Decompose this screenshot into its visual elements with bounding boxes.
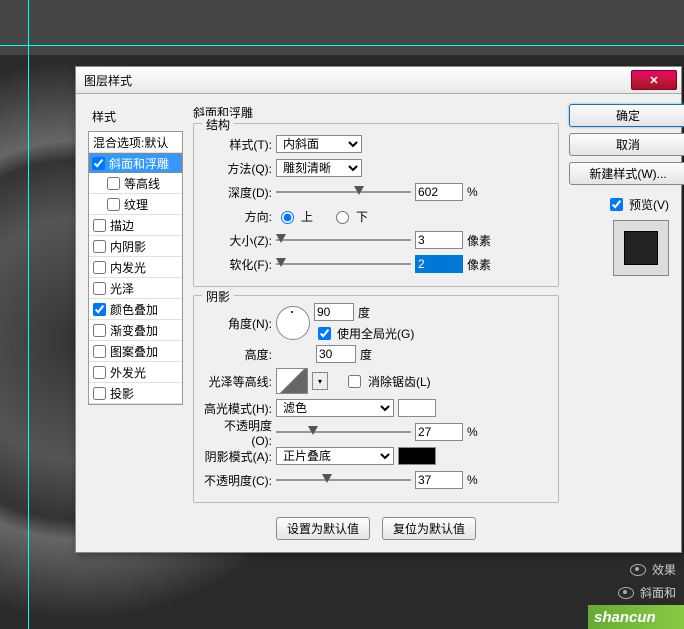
style-check-satin[interactable] <box>93 282 106 295</box>
eye-icon[interactable] <box>630 564 646 576</box>
structure-legend: 结构 <box>202 116 234 133</box>
direction-down-radio[interactable] <box>336 211 349 224</box>
structure-group: 结构 样式(T): 内斜面 方法(Q): 雕刻清晰 深度(D): % 方向: <box>193 123 559 287</box>
layer-style-dialog: 图层样式 ✕ 样式 混合选项:默认 斜面和浮雕 等高线 纹理 描边 内阴影 内发… <box>75 66 682 553</box>
make-default-button[interactable]: 设置为默认值 <box>276 517 370 540</box>
style-item-stroke[interactable]: 描边 <box>89 215 182 236</box>
shadow-mode-select[interactable]: 正片叠底 <box>276 447 394 465</box>
style-check-gradientoverlay[interactable] <box>93 324 106 337</box>
preview-check[interactable] <box>610 198 623 211</box>
dialog-title: 图层样式 <box>84 72 132 89</box>
style-check-dropshadow[interactable] <box>93 387 106 400</box>
antialias-check[interactable] <box>348 375 361 388</box>
style-item-innershadow[interactable]: 内阴影 <box>89 236 182 257</box>
style-check-innerglow[interactable] <box>93 261 106 274</box>
highlight-opacity-slider[interactable] <box>276 424 411 440</box>
shading-group: 阴影 角度(N): 度 使用全局光(G) <box>193 295 559 503</box>
style-list: 混合选项:默认 斜面和浮雕 等高线 纹理 描边 内阴影 内发光 光泽 颜色叠加 … <box>88 131 183 405</box>
style-item-coloroverlay[interactable]: 颜色叠加 <box>89 299 182 320</box>
size-slider[interactable] <box>276 232 411 248</box>
direction-up-radio[interactable] <box>281 211 294 224</box>
style-item-satin[interactable]: 光泽 <box>89 278 182 299</box>
technique-select[interactable]: 雕刻清晰 <box>276 159 362 177</box>
altitude-label: 高度: <box>204 346 272 363</box>
style-item-bevel[interactable]: 斜面和浮雕 <box>89 153 182 173</box>
style-item-dropshadow[interactable]: 投影 <box>89 383 182 404</box>
style-check-coloroverlay[interactable] <box>93 303 106 316</box>
highlight-color-swatch[interactable] <box>398 399 436 417</box>
size-unit: 像素 <box>467 232 493 249</box>
shadow-mode-label: 阴影模式(A): <box>204 448 272 465</box>
highlight-opacity-input[interactable] <box>415 423 463 441</box>
new-style-button[interactable]: 新建样式(W)... <box>569 162 684 185</box>
depth-label: 深度(D): <box>204 184 272 201</box>
size-label: 大小(Z): <box>204 232 272 249</box>
preview-thumbnail <box>624 231 658 265</box>
style-check-texture[interactable] <box>107 198 120 211</box>
shadow-color-swatch[interactable] <box>398 447 436 465</box>
watermark: shancun <box>588 605 684 629</box>
depth-slider[interactable] <box>276 184 411 200</box>
shadow-opacity-slider[interactable] <box>276 472 411 488</box>
style-item-texture[interactable]: 纹理 <box>89 194 182 215</box>
style-check-innershadow[interactable] <box>93 240 106 253</box>
style-item-gradientoverlay[interactable]: 渐变叠加 <box>89 320 182 341</box>
shading-legend: 阴影 <box>202 288 234 305</box>
depth-input[interactable] <box>415 183 463 201</box>
highlight-mode-select[interactable]: 滤色 <box>276 399 394 417</box>
angle-label: 角度(N): <box>204 315 272 332</box>
panel-title: 斜面和浮雕 <box>193 104 559 121</box>
depth-unit: % <box>467 185 493 199</box>
highlight-opacity-label: 不透明度(O): <box>204 417 272 448</box>
gloss-contour-dropdown[interactable]: ▾ <box>312 372 328 390</box>
guide-vertical <box>28 0 29 629</box>
eye-icon[interactable] <box>618 587 634 599</box>
soften-label: 软化(F): <box>204 256 272 273</box>
gloss-contour-swatch[interactable] <box>276 368 308 394</box>
style-item-innerglow[interactable]: 内发光 <box>89 257 182 278</box>
reset-default-button[interactable]: 复位为默认值 <box>382 517 476 540</box>
size-input[interactable] <box>415 231 463 249</box>
guide-horizontal <box>0 45 684 46</box>
technique-label: 方法(Q): <box>204 160 272 177</box>
style-label: 样式(T): <box>204 136 272 153</box>
angle-input[interactable] <box>314 303 354 321</box>
highlight-mode-label: 高光模式(H): <box>204 400 272 417</box>
dialog-titlebar[interactable]: 图层样式 ✕ <box>76 67 681 94</box>
style-item-patternoverlay[interactable]: 图案叠加 <box>89 341 182 362</box>
styles-header: 样式 <box>88 104 183 131</box>
style-item-contour[interactable]: 等高线 <box>89 173 182 194</box>
style-check-outerglow[interactable] <box>93 366 106 379</box>
shadow-opacity-input[interactable] <box>415 471 463 489</box>
layers-panel-snippet: 效果 斜面和 <box>618 561 676 601</box>
style-select[interactable]: 内斜面 <box>276 135 362 153</box>
global-light-check[interactable] <box>318 327 331 340</box>
ok-button[interactable]: 确定 <box>569 104 684 127</box>
style-check-contour[interactable] <box>107 177 120 190</box>
soften-slider[interactable] <box>276 256 411 272</box>
preview-box <box>613 220 669 276</box>
style-check-stroke[interactable] <box>93 219 106 232</box>
style-check-bevel[interactable] <box>92 157 105 170</box>
angle-dial[interactable] <box>276 306 310 340</box>
gloss-contour-label: 光泽等高线: <box>204 373 272 390</box>
blend-defaults[interactable]: 混合选项:默认 <box>89 132 182 153</box>
shadow-opacity-label: 不透明度(C): <box>204 472 272 489</box>
altitude-input[interactable] <box>316 345 356 363</box>
soften-unit: 像素 <box>467 256 493 273</box>
style-check-patternoverlay[interactable] <box>93 345 106 358</box>
style-item-outerglow[interactable]: 外发光 <box>89 362 182 383</box>
direction-label: 方向: <box>204 208 272 225</box>
soften-input[interactable] <box>415 255 463 273</box>
close-button[interactable]: ✕ <box>631 70 677 90</box>
cancel-button[interactable]: 取消 <box>569 133 684 156</box>
